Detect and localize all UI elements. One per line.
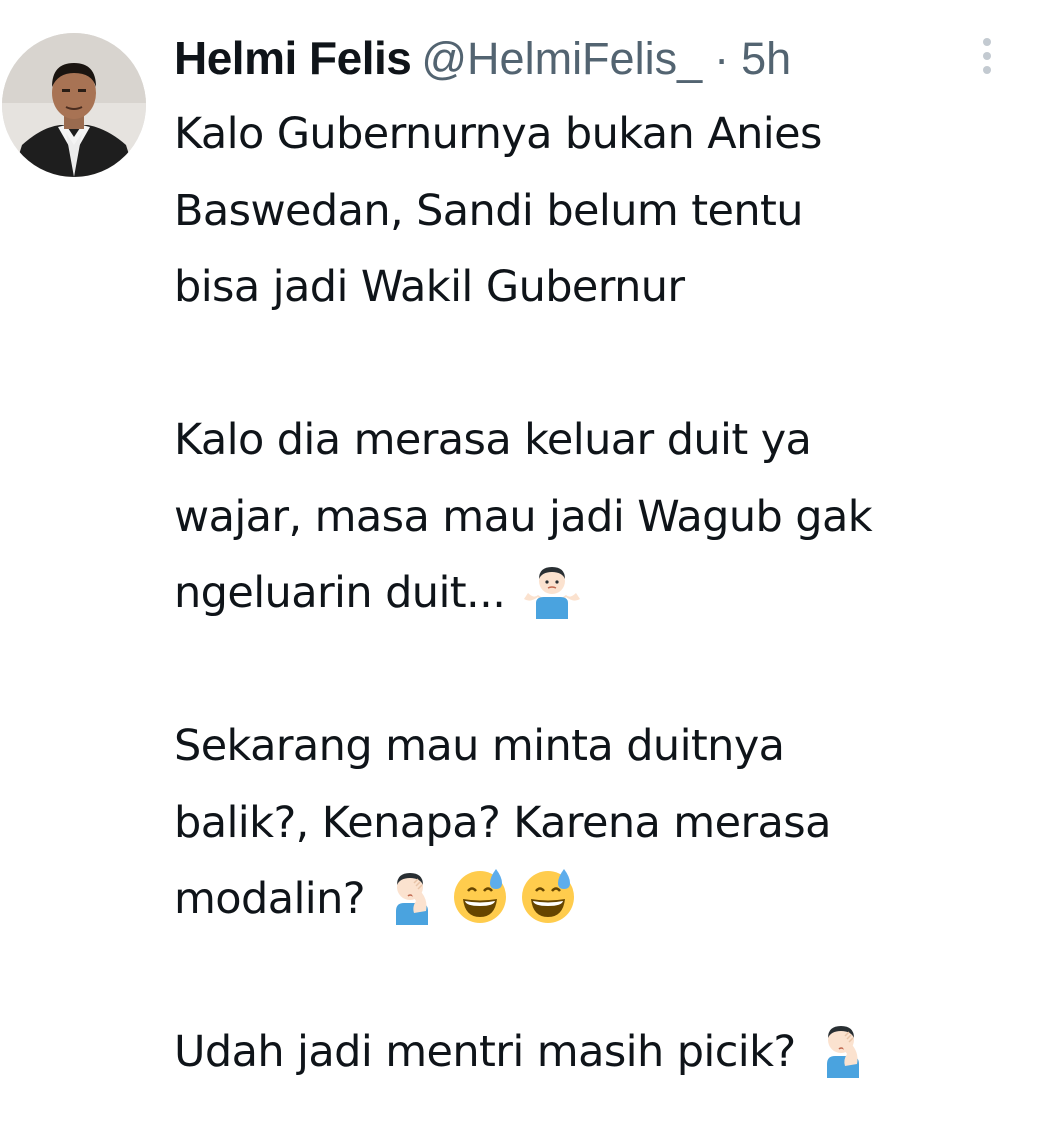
person-facepalming-emoji [396,873,429,925]
tweet-paragraph: Kalo dia merasa keluar duit ya wajar, ma… [174,402,1024,632]
avatar[interactable] [2,33,146,177]
tweet-line-with-emoji: Udah jadi mentri masih picik? [174,1014,1024,1091]
tweet-line: Kalo Gubernurnya bukan Anies [174,109,822,159]
person-facepalming-emoji [826,1026,859,1078]
tweet-line: balik?, Kenapa? Karena merasa [174,797,831,848]
tweet-line-with-emoji: ngeluarin duit... [174,555,1024,632]
tweet-timestamp[interactable]: 5h [741,29,791,89]
tweet-line-text: Udah jadi mentri masih picik? [174,1027,796,1077]
author-name[interactable]: Helmi Felis [174,28,412,88]
tweet-paragraph: Kalo Gubernurnya bukan Anies Baswedan, S… [174,96,1024,326]
author-handle[interactable]: @HelmiFelis_ [421,29,702,89]
tweet-line: Sekarang mau minta duitnya [174,721,785,771]
tweet-text: Kalo Gubernurnya bukan Anies Baswedan, S… [174,96,1024,1091]
tweet-line: Baswedan, Sandi belum tentu [174,185,804,236]
tweet-line: Kalo dia merasa keluar duit ya [174,415,812,465]
separator-dot: · [714,33,730,84]
more-vertical-icon[interactable] [976,36,998,76]
tweet-line-text: ngeluarin duit... [174,568,506,618]
tweet-line: wajar, masa mau jadi Wagub gak [174,491,873,542]
tweet-line: bisa jadi Wakil Gubernur [174,262,685,312]
tweet-paragraph: Sekarang mau minta duitnya balik?, Kenap… [174,708,1024,938]
tweet-paragraph: Udah jadi mentri masih picik? [174,1014,1024,1091]
person-shrugging-emoji [524,567,581,619]
grinning-face-with-sweat-emoji [454,869,507,923]
avatar-image [2,33,146,177]
tweet-line-text: modalin? [174,874,366,924]
grinning-face-with-sweat-emoji [522,869,575,923]
tweet-header: Helmi Felis @HelmiFelis_ · 5h [174,28,791,88]
tweet-line-with-emoji: modalin? [174,861,1024,938]
